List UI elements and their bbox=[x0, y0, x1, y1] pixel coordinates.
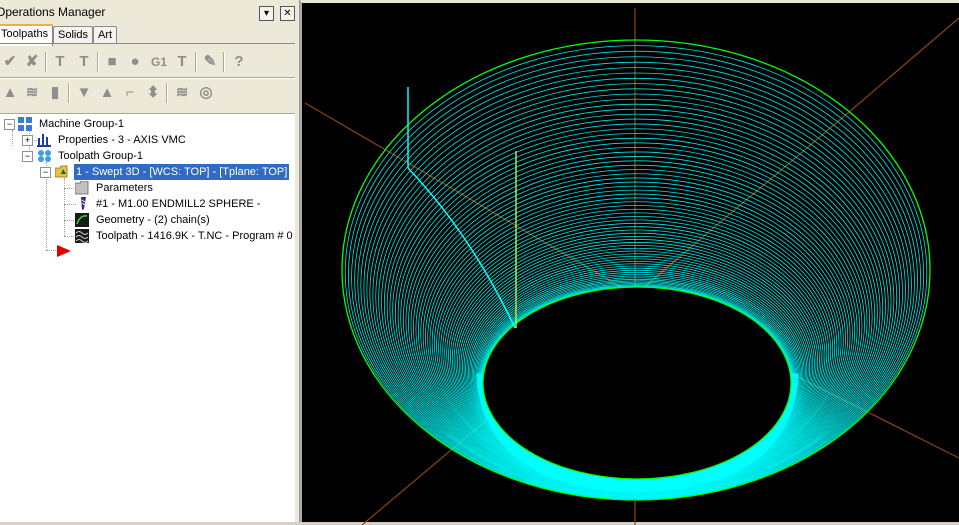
toolpath-icon bbox=[75, 229, 89, 243]
tab-divider bbox=[0, 43, 300, 44]
tree-item-label: Geometry - (2) chain(s) bbox=[96, 214, 210, 226]
deselect-icon[interactable]: ✘ bbox=[22, 52, 42, 72]
move-up-icon[interactable]: ▲ bbox=[97, 83, 117, 103]
panel-title: Operations Manager bbox=[0, 5, 106, 19]
toolbar-row-2: ▲ ≋ ▮ ▼ ▲ ⌐ ⬍ ≋ ◎ bbox=[0, 79, 300, 107]
move-down-icon[interactable]: ▼ bbox=[74, 83, 94, 103]
toolbar-separator bbox=[68, 83, 70, 103]
panel-menu-button[interactable]: ▾ bbox=[259, 6, 274, 21]
panel-titlebar: Operations Manager ▾ ✕ bbox=[0, 2, 300, 22]
tab-solids-label: Solids bbox=[58, 29, 88, 41]
regenerate-icon[interactable]: T bbox=[50, 52, 70, 72]
parameters-folder-icon bbox=[75, 181, 89, 195]
delete-icon[interactable]: ✎ bbox=[200, 52, 220, 72]
tree-connector bbox=[12, 130, 13, 146]
move-insert-icon[interactable]: ⬍ bbox=[143, 83, 163, 103]
collapse-icon[interactable]: − bbox=[40, 167, 51, 178]
operations-manager-panel: Operations Manager ▾ ✕ Toolpaths Solids … bbox=[0, 0, 300, 522]
insert-arrow-icon[interactable]: ⌐ bbox=[120, 83, 140, 103]
lock-icon[interactable]: ▲ bbox=[0, 83, 20, 103]
endmill-icon bbox=[81, 197, 86, 210]
geometry-icon bbox=[75, 213, 89, 227]
scroll-icon[interactable]: ≋ bbox=[172, 83, 192, 103]
tree-item-label: Toolpath Group-1 bbox=[58, 150, 143, 162]
tree-connector bbox=[64, 178, 65, 236]
regenerate-dirty-icon[interactable]: T bbox=[74, 52, 94, 72]
single-display-icon[interactable]: ◎ bbox=[196, 83, 216, 103]
verify-icon[interactable]: ● bbox=[125, 52, 145, 72]
graphics-viewport[interactable] bbox=[300, 0, 959, 525]
panel-tabs: Toolpaths Solids Art bbox=[0, 24, 300, 46]
tree-item-label: Toolpath - 1416.9K - T.NC - Program # 0 bbox=[96, 230, 293, 242]
tree-item-label: 1 - Swept 3D - [WCS: TOP] - [Tplane: TOP… bbox=[72, 163, 291, 181]
tab-art[interactable]: Art bbox=[93, 26, 118, 44]
toolbar-separator bbox=[195, 52, 197, 72]
backplot-icon[interactable]: ■ bbox=[102, 52, 122, 72]
machine-group-icon bbox=[18, 117, 32, 131]
highfeed-icon[interactable]: T bbox=[172, 52, 192, 72]
toolbar-separator bbox=[166, 83, 168, 103]
expand-icon[interactable]: + bbox=[22, 135, 33, 146]
properties-icon bbox=[37, 134, 51, 147]
toolbar-separator bbox=[223, 52, 225, 72]
tree-item-label: Machine Group-1 bbox=[39, 118, 124, 130]
tab-art-label: Art bbox=[98, 29, 113, 41]
tab-toolpaths-label: Toolpaths bbox=[1, 28, 49, 40]
help-icon[interactable]: ? bbox=[229, 52, 249, 72]
toolbar-separator bbox=[97, 52, 99, 72]
toolbar-row-1: ✔ ✘ T T ■ ● G1 T ✎ ? bbox=[0, 48, 300, 76]
toggle-display-icon[interactable]: ≋ bbox=[22, 83, 42, 103]
folder-open-icon bbox=[55, 165, 68, 178]
toolpath-group-icon bbox=[38, 150, 51, 162]
toolpath-scene bbox=[304, 8, 959, 525]
post-icon[interactable]: G1 bbox=[149, 52, 169, 72]
select-all-icon[interactable]: ✔ bbox=[0, 52, 20, 72]
collapse-icon[interactable]: − bbox=[4, 119, 15, 130]
tab-solids[interactable]: Solids bbox=[53, 26, 93, 44]
collapse-icon[interactable]: − bbox=[22, 151, 33, 162]
insert-arrow-marker-icon[interactable] bbox=[56, 244, 72, 258]
operations-tree: − Machine Group-1 + Properties - 3 - AXI… bbox=[0, 113, 295, 522]
boundary-inner bbox=[482, 286, 792, 480]
tree-item-label: Parameters bbox=[96, 182, 153, 194]
tree-item-label: #1 - M1.00 ENDMILL2 SPHERE - bbox=[96, 198, 261, 210]
close-icon[interactable]: ✕ bbox=[280, 6, 295, 21]
tree-item-label: Properties - 3 - AXIS VMC bbox=[58, 134, 186, 146]
toolbar-separator bbox=[45, 52, 47, 72]
toggle-posting-icon[interactable]: ▮ bbox=[45, 83, 65, 103]
